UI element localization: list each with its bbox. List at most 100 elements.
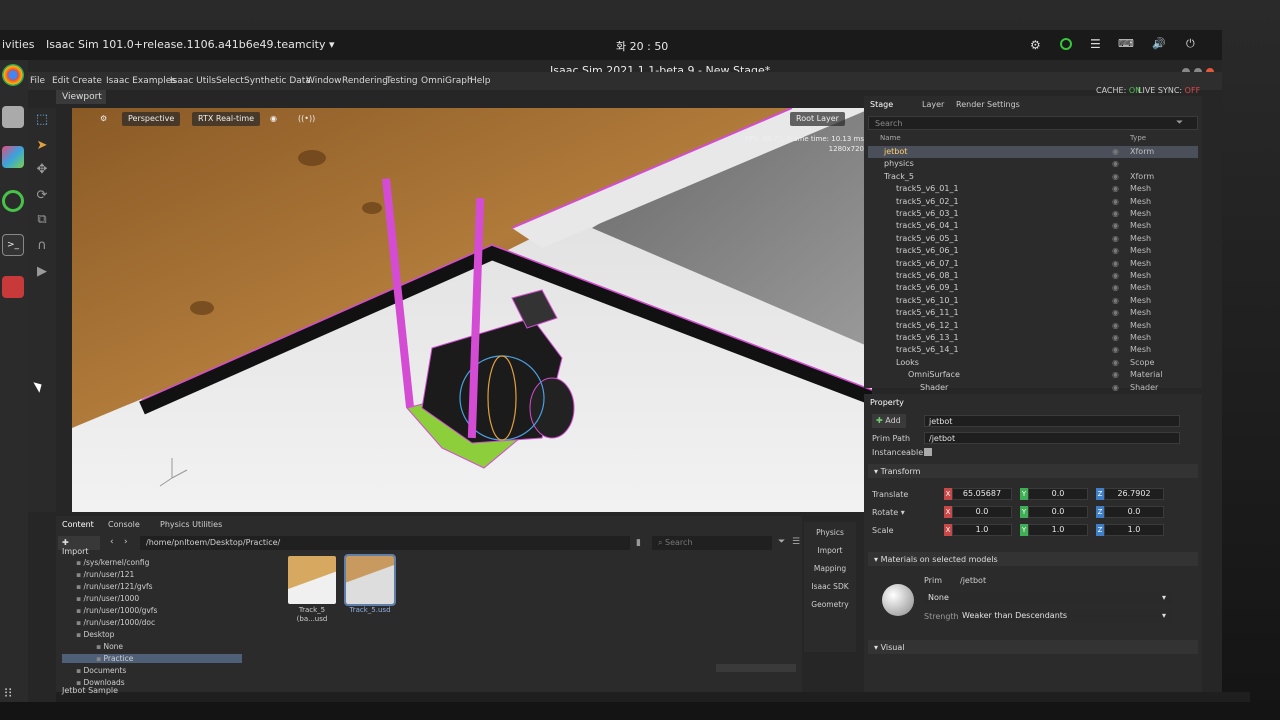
visibility-eye-icon[interactable]: ◉: [1112, 370, 1119, 379]
stage-row[interactable]: track5_v6_06_1 ◉ Mesh: [868, 245, 1198, 257]
rotate-z[interactable]: 0.0: [1104, 506, 1164, 518]
directory-item[interactable]: ▪ /run/user/1000/gvfs: [62, 606, 157, 615]
transform-section[interactable]: ▾ Transform: [868, 464, 1198, 478]
directory-item[interactable]: ▪ /sys/kernel/config: [62, 558, 149, 567]
directory-item[interactable]: ▪ /run/user/1000: [62, 594, 139, 603]
back-icon[interactable]: ‹: [110, 537, 114, 547]
app-icon[interactable]: [2, 276, 24, 298]
visibility-eye-icon[interactable]: ◉: [1112, 383, 1119, 392]
visibility-eye-icon[interactable]: ◉: [1112, 259, 1119, 268]
pointer-tool-icon[interactable]: ➤: [34, 138, 50, 154]
snap-tool-icon[interactable]: ∩: [34, 238, 50, 254]
visibility-eye-icon[interactable]: ◉: [1112, 333, 1119, 342]
rotate-x[interactable]: 0.0: [952, 506, 1012, 518]
stage-row[interactable]: track5_v6_11_1 ◉ Mesh: [868, 307, 1198, 319]
tab-viewport[interactable]: Viewport: [56, 90, 106, 104]
visibility-eye-icon[interactable]: ◉: [1112, 296, 1119, 305]
directory-item[interactable]: ▪ Documents: [62, 666, 126, 675]
visibility-eye-icon[interactable]: ◉: [1112, 271, 1119, 280]
slack-icon[interactable]: [2, 146, 24, 168]
stage-row[interactable]: track5_v6_02_1 ◉ Mesh: [868, 196, 1198, 208]
stage-row[interactable]: track5_v6_07_1 ◉ Mesh: [868, 258, 1198, 270]
visibility-eye-icon[interactable]: ◉: [1112, 159, 1119, 168]
stage-row[interactable]: track5_v6_05_1 ◉ Mesh: [868, 233, 1198, 245]
visibility-eye-icon[interactable]: ◉: [1112, 184, 1119, 193]
menu-omnigraph[interactable]: OmniGraph: [421, 76, 473, 86]
translate-z[interactable]: 26.7902: [1104, 488, 1164, 500]
visibility-eye-icon[interactable]: ◉: [1112, 221, 1119, 230]
tab-layer[interactable]: Layer: [922, 100, 944, 109]
tab-render-settings[interactable]: Render Settings: [956, 100, 1020, 109]
prim-name-field[interactable]: jetbot: [924, 415, 1180, 427]
side-physics[interactable]: Physics: [804, 528, 856, 537]
move-tool-icon[interactable]: ✥: [34, 162, 50, 178]
material-dropdown[interactable]: None ▾: [924, 592, 1172, 604]
scale-tool-icon[interactable]: ⧉: [34, 212, 50, 228]
taskbar-jetbot-sample[interactable]: Jetbot Sample: [62, 686, 118, 695]
file-thumbnail[interactable]: [288, 556, 336, 604]
list-view-icon[interactable]: ☰: [792, 537, 800, 547]
stage-row[interactable]: track5_v6_03_1 ◉ Mesh: [868, 208, 1198, 220]
prim-path-field[interactable]: /jetbot: [924, 432, 1180, 444]
stage-row[interactable]: track5_v6_12_1 ◉ Mesh: [868, 320, 1198, 332]
stage-row[interactable]: track5_v6_01_1 ◉ Mesh: [868, 183, 1198, 195]
stage-search-input[interactable]: Search: [868, 116, 1198, 130]
stage-row[interactable]: Shader ◉ Shader: [868, 382, 1198, 394]
input-method-icon[interactable]: ⌨: [1118, 37, 1134, 50]
camera-dropdown[interactable]: Perspective: [122, 112, 181, 126]
directory-item[interactable]: ▪ Desktop: [62, 630, 114, 639]
stage-row[interactable]: Looks ◉ Scope: [868, 357, 1198, 369]
root-layer-button[interactable]: Root Layer: [790, 112, 845, 126]
tab-property[interactable]: Property: [870, 398, 904, 407]
live-sync-status[interactable]: LIVE SYNC: OFF: [1138, 86, 1200, 95]
visibility-eye-icon[interactable]: ◉: [1112, 345, 1119, 354]
add-button[interactable]: ✚ Add: [872, 414, 906, 428]
audio-icon[interactable]: ((•)): [292, 112, 321, 126]
visibility-eye-icon[interactable]: ◉: [1112, 197, 1119, 206]
filter-icon[interactable]: ⏷: [778, 537, 785, 547]
directory-item[interactable]: ▪ Practice: [62, 654, 242, 663]
viewport-settings-icon[interactable]: ⚙: [94, 112, 113, 126]
terminal-icon[interactable]: >_: [2, 234, 24, 256]
menu-create[interactable]: Create: [72, 76, 102, 86]
menu-file[interactable]: File: [30, 76, 45, 86]
visibility-eye-icon[interactable]: ◉: [1112, 209, 1119, 218]
visibility-eye-icon[interactable]: ◉: [1112, 283, 1119, 292]
menu-rendering[interactable]: Rendering: [342, 76, 388, 86]
menu-isaac-utils[interactable]: Isaac Utils: [170, 76, 216, 86]
zoom-slider[interactable]: [716, 664, 796, 672]
scale-x[interactable]: 1.0: [952, 524, 1012, 536]
stage-row[interactable]: Track_5 ◉ Xform: [868, 171, 1198, 183]
menu-icon[interactable]: ☰: [1090, 37, 1101, 51]
scale-y[interactable]: 1.0: [1028, 524, 1088, 536]
stage-row[interactable]: physics ◉: [868, 158, 1198, 170]
visibility-icon[interactable]: ◉: [264, 112, 283, 126]
side-isaac-sdk[interactable]: Isaac SDK: [804, 582, 856, 591]
side-mapping[interactable]: Mapping: [804, 564, 856, 573]
tab-physics-utilities[interactable]: Physics Utilities: [160, 520, 222, 529]
rotate-label[interactable]: Rotate ▾: [872, 508, 905, 517]
stage-row[interactable]: track5_v6_10_1 ◉ Mesh: [868, 295, 1198, 307]
content-search-input[interactable]: ⌕ Search: [652, 536, 772, 550]
activities-button[interactable]: ivities: [2, 38, 35, 51]
play-icon[interactable]: ▶: [34, 264, 50, 280]
volume-icon[interactable]: 🔊: [1152, 37, 1166, 50]
stage-row[interactable]: jetbot ◉ Xform: [868, 146, 1198, 158]
select-tool-icon[interactable]: ⬚: [34, 112, 50, 128]
nvidia-icon[interactable]: [1060, 38, 1072, 50]
menu-window[interactable]: Window: [306, 76, 342, 86]
visibility-eye-icon[interactable]: ◉: [1112, 358, 1119, 367]
directory-item[interactable]: ▪ /run/user/121: [62, 570, 134, 579]
menu-edit[interactable]: Edit: [52, 76, 69, 86]
visual-section[interactable]: ▾ Visual: [868, 640, 1198, 654]
files-icon[interactable]: [2, 106, 24, 128]
side-import[interactable]: Import: [804, 546, 856, 555]
stage-row[interactable]: track5_v6_04_1 ◉ Mesh: [868, 220, 1198, 232]
menu-isaac-examples[interactable]: Isaac Examples: [106, 76, 176, 86]
tab-console[interactable]: Console: [108, 520, 140, 529]
stage-row[interactable]: track5_v6_13_1 ◉ Mesh: [868, 332, 1198, 344]
visibility-eye-icon[interactable]: ◉: [1112, 246, 1119, 255]
scale-z[interactable]: 1.0: [1104, 524, 1164, 536]
tab-stage[interactable]: Stage: [870, 100, 893, 109]
directory-item[interactable]: ▪ /run/user/1000/doc: [62, 618, 155, 627]
